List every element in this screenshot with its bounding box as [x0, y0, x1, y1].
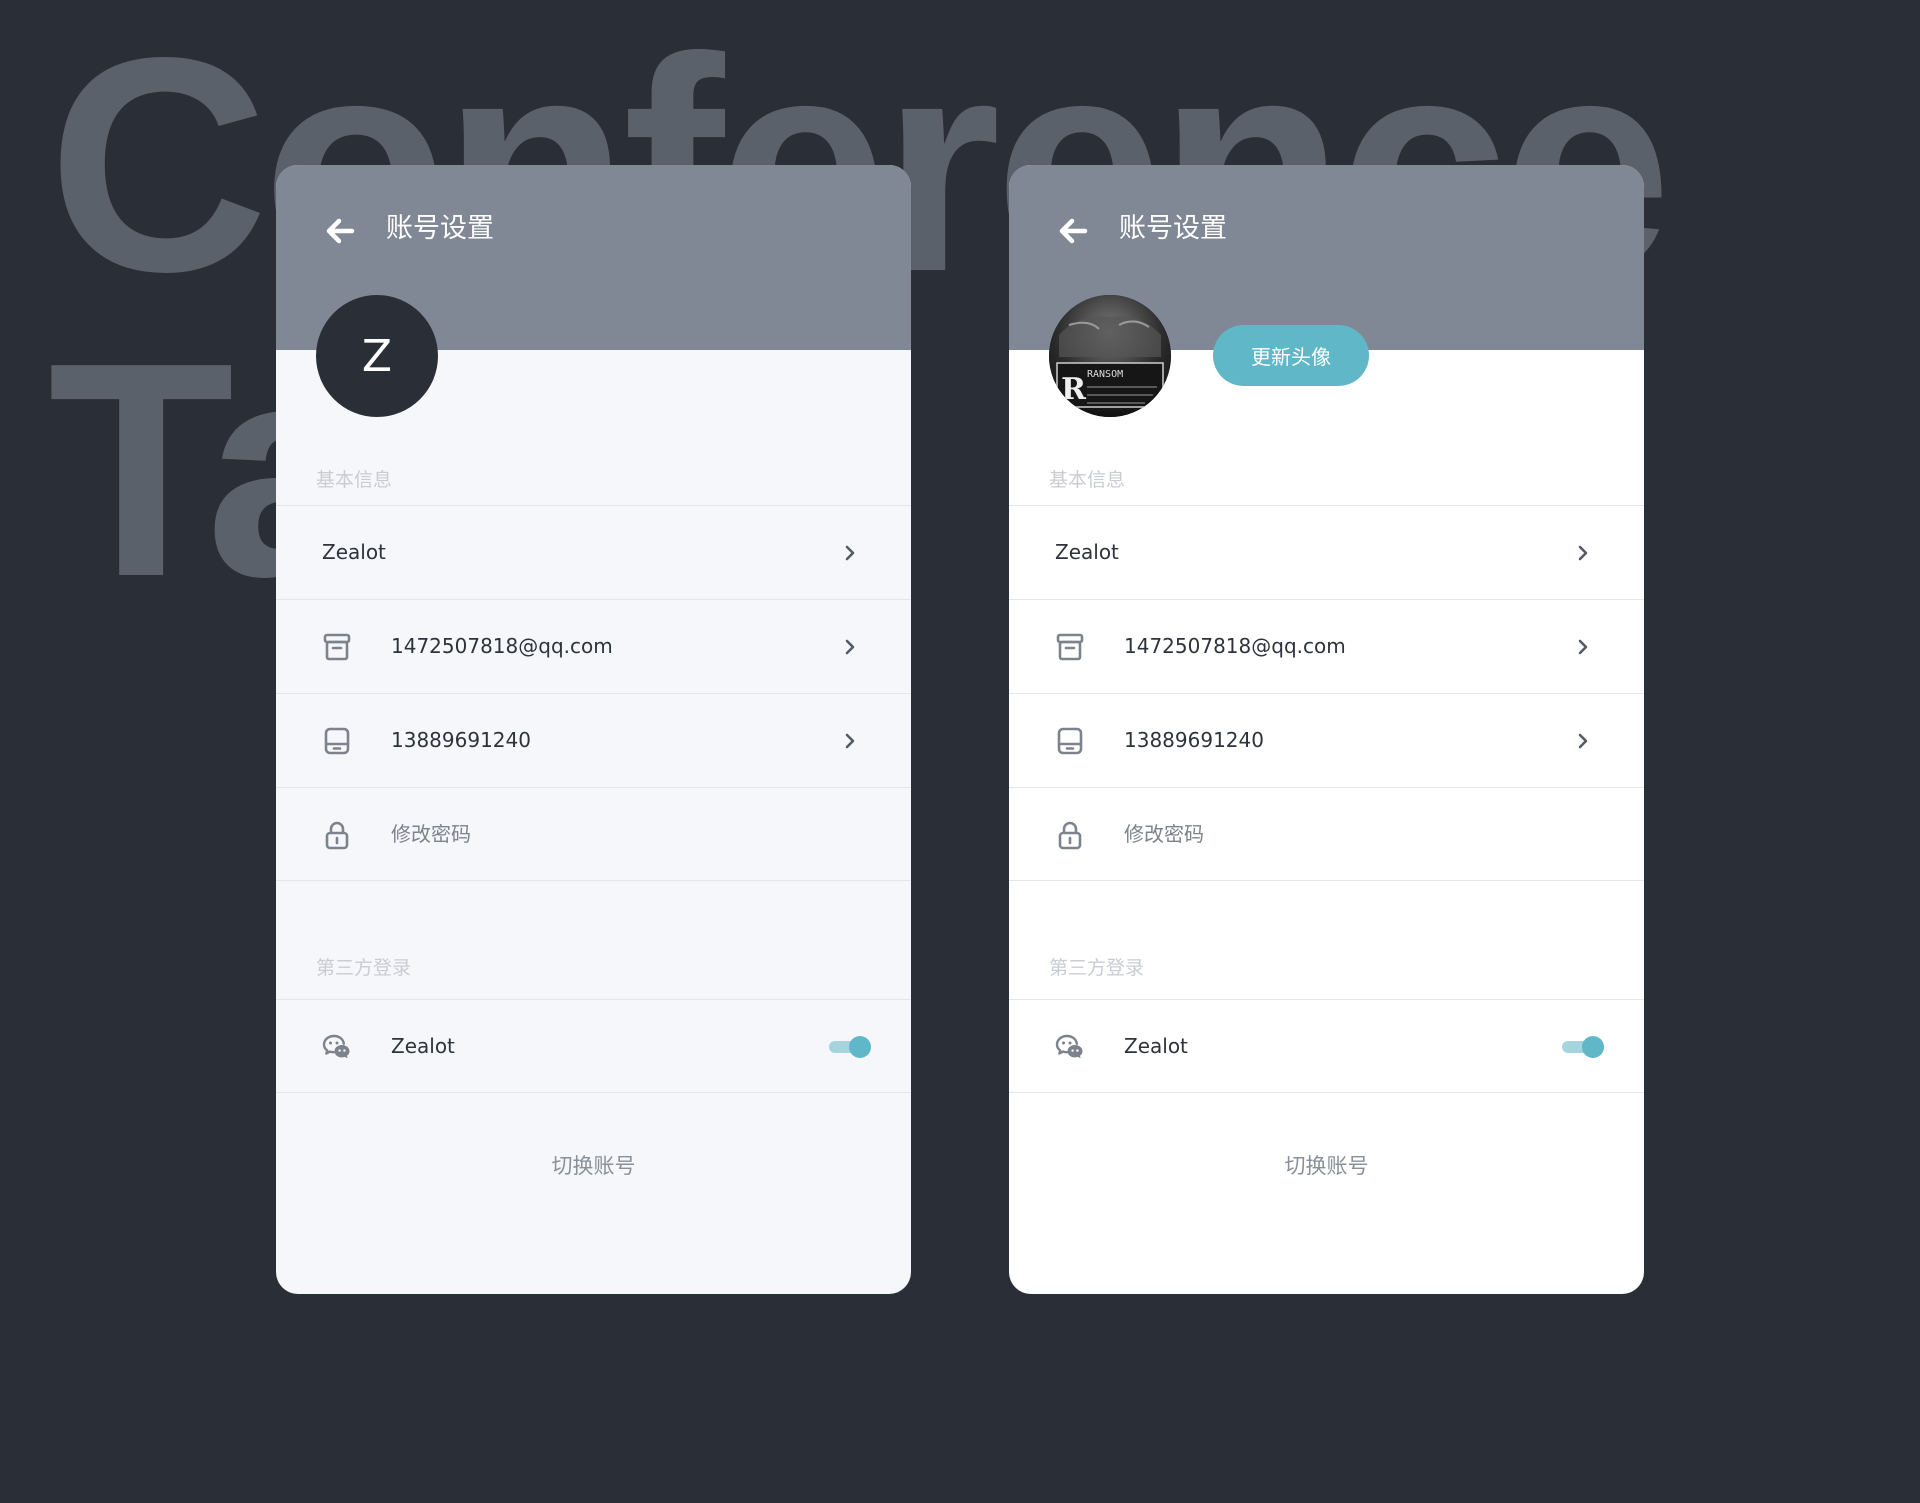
toggle-knob	[849, 1036, 871, 1058]
section-label-basic-info: 基本信息	[1049, 469, 1126, 491]
email-value: 1472507818@qq.com	[1124, 634, 1346, 658]
section-label-third-party-login: 第三方登录	[1049, 957, 1145, 979]
email-row[interactable]: 1472507818@qq.com	[276, 599, 911, 693]
page-title: 账号设置	[1119, 213, 1227, 244]
chevron-right-icon	[1578, 733, 1588, 749]
back-arrow-icon[interactable]	[1055, 213, 1091, 249]
phone-value: 13889691240	[391, 728, 531, 752]
name-row[interactable]: Zealot	[276, 505, 911, 599]
email-row[interactable]: 1472507818@qq.com	[1009, 599, 1644, 693]
wechat-bind-toggle[interactable]	[829, 1036, 871, 1058]
avatar-initial: Z	[361, 330, 393, 382]
name-value: Zealot	[322, 540, 386, 564]
chevron-right-icon	[845, 733, 855, 749]
avatar-photo-image: R RANSOM	[1049, 295, 1171, 417]
phone-row[interactable]: 13889691240	[1009, 693, 1644, 787]
email-value: 1472507818@qq.com	[391, 634, 613, 658]
account-settings-card-photo-avatar: 账号设置 R RANSOM 更新头像 基本信息 Zealot 147250781…	[1009, 165, 1644, 1294]
archive-box-icon	[323, 633, 351, 661]
change-password-label: 修改密码	[391, 822, 471, 846]
toggle-knob	[1582, 1036, 1604, 1058]
phone-device-icon	[1057, 727, 1083, 755]
chevron-right-icon	[845, 545, 855, 561]
change-password-row[interactable]: 修改密码	[1009, 787, 1644, 881]
section-label-third-party-login: 第三方登录	[316, 957, 412, 979]
phone-value: 13889691240	[1124, 728, 1264, 752]
avatar[interactable]: Z	[316, 295, 438, 417]
name-row[interactable]: Zealot	[1009, 505, 1644, 599]
update-avatar-button[interactable]: 更新头像	[1213, 325, 1369, 386]
account-settings-card-initial-avatar: 账号设置 Z 基本信息 Zealot 1472507818@qq.com 138…	[276, 165, 911, 1294]
change-password-row[interactable]: 修改密码	[276, 787, 911, 881]
chevron-right-icon	[1578, 545, 1588, 561]
chevron-right-icon	[845, 639, 855, 655]
archive-box-icon	[1056, 633, 1084, 661]
wechat-account-name: Zealot	[1124, 1034, 1188, 1058]
wechat-row: Zealot	[276, 999, 911, 1093]
svg-text:R: R	[1061, 372, 1087, 407]
back-arrow-icon[interactable]	[322, 213, 358, 249]
wechat-account-name: Zealot	[391, 1034, 455, 1058]
name-value: Zealot	[1055, 540, 1119, 564]
switch-account-button[interactable]: 切换账号	[1009, 1150, 1644, 1180]
wechat-icon	[1055, 1034, 1083, 1059]
lock-icon	[1058, 821, 1082, 850]
switch-account-button[interactable]: 切换账号	[276, 1150, 911, 1180]
section-label-basic-info: 基本信息	[316, 469, 393, 491]
avatar-photo-text: RANSOM	[1087, 369, 1123, 380]
avatar[interactable]: R RANSOM	[1049, 295, 1171, 417]
change-password-label: 修改密码	[1124, 822, 1204, 846]
wechat-row: Zealot	[1009, 999, 1644, 1093]
page-title: 账号设置	[386, 213, 494, 244]
wechat-bind-toggle[interactable]	[1562, 1036, 1604, 1058]
lock-icon	[325, 821, 349, 850]
wechat-icon	[322, 1034, 350, 1059]
chevron-right-icon	[1578, 639, 1588, 655]
phone-device-icon	[324, 727, 350, 755]
phone-row[interactable]: 13889691240	[276, 693, 911, 787]
